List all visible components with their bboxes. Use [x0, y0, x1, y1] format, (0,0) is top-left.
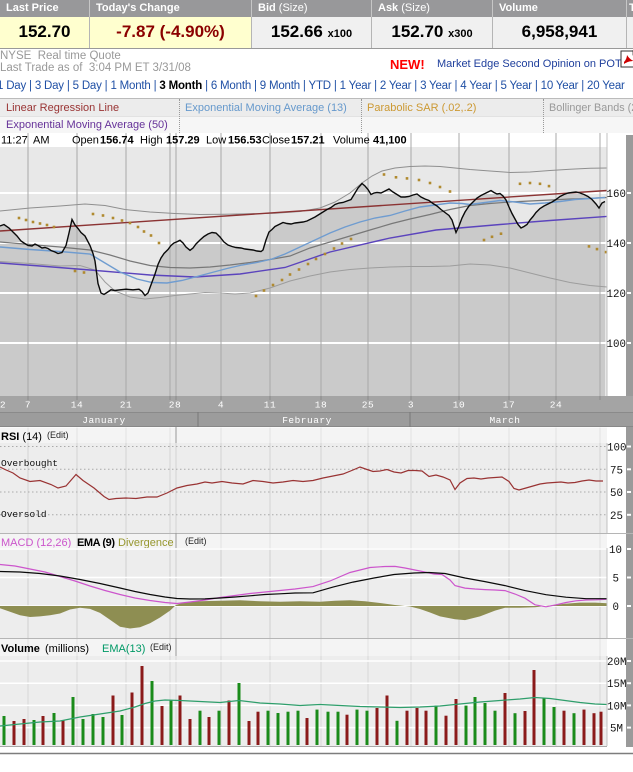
svg-text:120: 120	[607, 289, 626, 301]
svg-text:Open: Open	[72, 135, 99, 147]
svg-text:Low: Low	[206, 135, 226, 147]
svg-text:7: 7	[25, 400, 31, 411]
svg-text:100: 100	[607, 443, 626, 455]
svg-text:75: 75	[610, 465, 623, 477]
svg-text:March: March	[489, 415, 520, 426]
svg-text:Overbought: Overbought	[1, 458, 58, 469]
svg-text:157.29: 157.29	[166, 135, 200, 147]
svg-text:(Edit): (Edit)	[185, 536, 207, 546]
svg-text:18: 18	[315, 400, 327, 411]
svg-text:156.53: 156.53	[228, 135, 262, 147]
svg-text:Volume: Volume	[1, 643, 40, 655]
svg-text:28: 28	[169, 400, 181, 411]
svg-text:50: 50	[610, 488, 623, 500]
svg-text:AM: AM	[33, 135, 50, 147]
svg-text:156.74: 156.74	[100, 135, 135, 147]
svg-text:High: High	[140, 135, 163, 147]
svg-text:(Edit): (Edit)	[47, 430, 69, 440]
svg-text:MACD (12,26): MACD (12,26)	[1, 537, 71, 549]
svg-text:4: 4	[218, 400, 224, 411]
svg-text:140: 140	[607, 239, 626, 251]
svg-text:(Edit): (Edit)	[150, 642, 172, 652]
svg-text:2: 2	[0, 400, 6, 411]
svg-text:100: 100	[607, 339, 626, 351]
svg-text:11:27: 11:27	[1, 135, 28, 147]
svg-text:5: 5	[613, 574, 619, 586]
svg-text:15M: 15M	[607, 679, 626, 691]
svg-text:17: 17	[503, 400, 515, 411]
svg-text:25: 25	[362, 400, 374, 411]
svg-text:January: January	[82, 415, 125, 426]
svg-text:25: 25	[610, 511, 623, 523]
svg-text:RSI (14): RSI (14)	[1, 431, 42, 443]
svg-text:Volume: Volume	[333, 135, 370, 147]
svg-text:Divergence: Divergence	[118, 537, 174, 549]
svg-text:11: 11	[264, 400, 276, 411]
svg-text:21: 21	[120, 400, 132, 411]
svg-text:41,100: 41,100	[373, 135, 407, 147]
svg-text:EMA (9): EMA (9)	[77, 537, 115, 549]
svg-text:24: 24	[550, 400, 562, 411]
svg-text:10: 10	[453, 400, 465, 411]
svg-text:3: 3	[408, 400, 414, 411]
svg-text:10M: 10M	[607, 701, 626, 713]
svg-text:14: 14	[71, 400, 83, 411]
svg-text:160: 160	[607, 189, 626, 201]
svg-text:Close: Close	[262, 135, 290, 147]
svg-text:10: 10	[609, 545, 622, 557]
svg-text:20M: 20M	[607, 657, 626, 669]
svg-text:(millions): (millions)	[45, 643, 89, 655]
svg-text:5M: 5M	[610, 724, 623, 736]
svg-text:157.21: 157.21	[291, 135, 325, 147]
svg-text:0: 0	[613, 602, 619, 614]
svg-text:February: February	[282, 415, 332, 426]
svg-text:Oversold: Oversold	[1, 509, 47, 520]
svg-text:EMA(13): EMA(13)	[102, 643, 145, 655]
